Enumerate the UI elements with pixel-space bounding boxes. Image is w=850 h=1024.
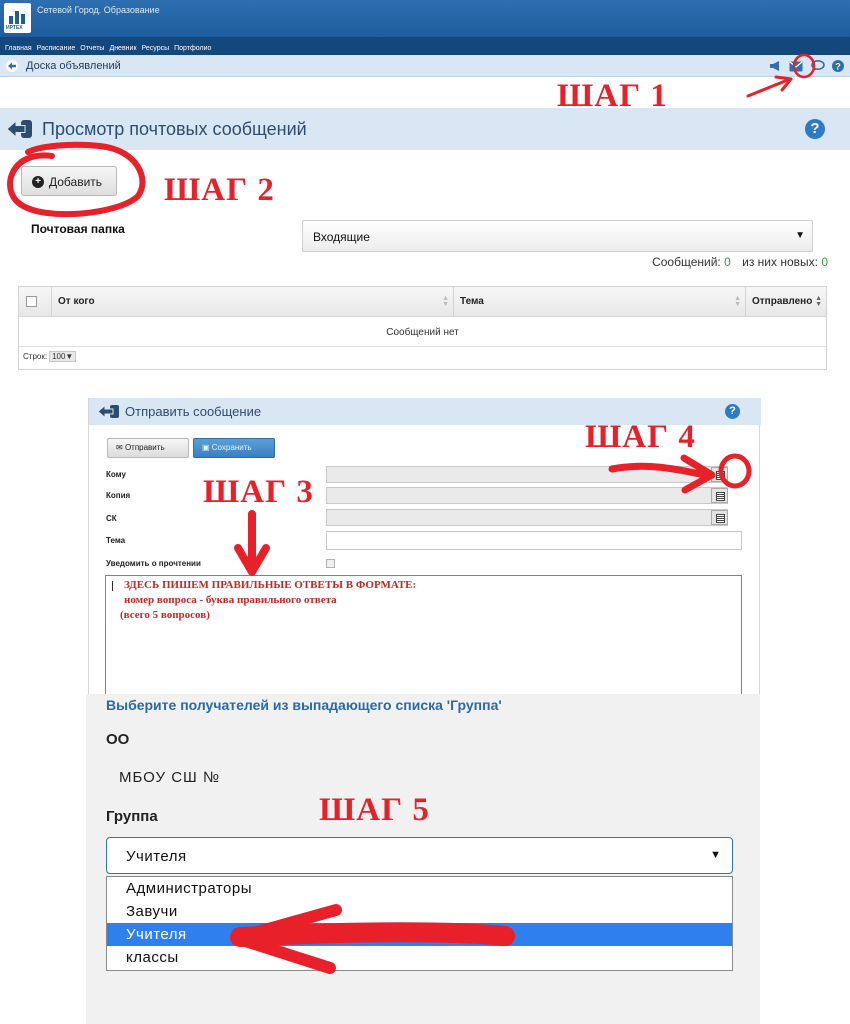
- megaphone-icon[interactable]: [769, 59, 782, 77]
- option-head-teachers[interactable]: Завучи: [107, 900, 732, 923]
- save-button-label: Сохранить: [211, 443, 252, 452]
- table-header: От кого ▲ ▼ Тема ▲ ▼ Отправлено ▲ ▼: [19, 287, 826, 317]
- svg-text:?: ?: [835, 62, 841, 72]
- subject-input[interactable]: [326, 531, 742, 550]
- app-header: ИРТЕХ Сетевой Город. Образование: [0, 0, 850, 37]
- to-label: Кому: [106, 470, 126, 479]
- message-counts: Сообщений: 0 из них новых: 0: [652, 255, 828, 269]
- messages-count: 0: [724, 255, 731, 269]
- help-icon[interactable]: ?: [725, 404, 740, 419]
- step-1-arrow: [746, 77, 792, 98]
- folder-value: Входящие: [313, 230, 370, 244]
- breadcrumb[interactable]: Доска объявлений: [26, 60, 121, 72]
- address-book-icon[interactable]: [711, 488, 728, 503]
- step-5-annotation: ШАГ 5: [319, 792, 430, 828]
- messages-table: От кого ▲ ▼ Тема ▲ ▼ Отправлено ▲ ▼ Сообщен…: [18, 286, 827, 370]
- sort-icon: ▲ ▼: [442, 295, 449, 308]
- logo-text: ИРТЕХ: [6, 25, 23, 31]
- folder-select[interactable]: Входящие ▼: [302, 220, 813, 252]
- help-icon[interactable]: ?: [805, 119, 825, 139]
- option-teachers[interactable]: Учителя: [107, 923, 732, 946]
- new-count: 0: [821, 255, 828, 269]
- rows-label: Строк:: [23, 352, 48, 361]
- school-name: МБОУ СШ №: [119, 769, 221, 786]
- rows-per-page: Строк: 100▼: [23, 351, 77, 362]
- new-label: из них новых:: [742, 255, 818, 269]
- option-administrators[interactable]: Администраторы: [107, 877, 732, 900]
- copy-input[interactable]: [326, 487, 728, 504]
- group-options-list: Администраторы Завучи Учителя классы: [106, 876, 733, 971]
- editor-line-3: (всего 5 вопросов): [120, 609, 210, 621]
- recipient-picker: Выберите получателей из выпадающего спис…: [86, 694, 760, 1024]
- back-arrow-icon[interactable]: [6, 60, 18, 72]
- subject-label: Тема: [106, 536, 126, 545]
- copy-label: Копия: [106, 491, 131, 500]
- help-icon[interactable]: ?: [832, 59, 844, 77]
- back-arrow-icon[interactable]: [7, 119, 33, 139]
- column-sent[interactable]: Отправлено ▲ ▼: [745, 287, 826, 317]
- app-title: Сетевой Город. Образование: [37, 5, 160, 15]
- send-button[interactable]: ✉ Отправить: [107, 438, 189, 458]
- irtech-logo[interactable]: ИРТЕХ: [4, 3, 31, 33]
- to-input[interactable]: [326, 466, 728, 483]
- editor-line-1: ЗДЕСЬ ПИШЕМ ПРАВИЛЬНЫЕ ОТВЕТЫ В ФОРМАТЕ:: [124, 579, 417, 591]
- messages-label: Сообщений:: [652, 255, 721, 269]
- add-message-button[interactable]: + Добавить: [21, 166, 117, 196]
- page-title: Просмотр почтовых сообщений: [42, 119, 307, 139]
- address-book-icon[interactable]: [711, 467, 728, 482]
- back-arrow-icon[interactable]: [98, 404, 120, 419]
- floppy-icon: ▣: [202, 443, 212, 452]
- rows-select[interactable]: 100▼: [49, 351, 77, 362]
- group-select[interactable]: Учителя ▼: [106, 837, 733, 874]
- column-subject[interactable]: Тема ▲ ▼: [453, 287, 745, 317]
- rows-value: 100: [52, 352, 66, 361]
- save-button[interactable]: ▣ Сохранить: [193, 438, 275, 458]
- message-editor[interactable]: ЗДЕСЬ ПИШЕМ ПРАВИЛЬНЫЕ ОТВЕТЫ В ФОРМАТЕ:…: [105, 575, 742, 694]
- select-all-checkbox[interactable]: [26, 296, 37, 307]
- folder-label: Почтовая папка: [31, 222, 125, 236]
- column-from[interactable]: От кого ▲ ▼: [51, 287, 453, 317]
- plus-icon: +: [32, 176, 44, 188]
- option-classes[interactable]: классы: [107, 946, 732, 969]
- compose-title: Отправить сообщение: [125, 404, 262, 419]
- sub-toolbar: Доска объявлений ?: [0, 55, 850, 77]
- notify-checkbox[interactable]: [326, 559, 335, 568]
- add-button-label: Добавить: [49, 175, 103, 189]
- notify-label: Уведомить о прочтении: [106, 559, 201, 568]
- screenshot-root: ИРТЕХ Сетевой Город. Образование Главная…: [0, 0, 850, 1024]
- send-button-label: Отправить: [124, 443, 165, 452]
- step-3-annotation: ШАГ 3: [203, 474, 314, 510]
- oo-label: ОО: [106, 731, 130, 748]
- text-cursor: [112, 581, 113, 591]
- step-2-annotation: ШАГ 2: [164, 172, 275, 208]
- empty-table-message: Сообщений нет: [19, 318, 826, 347]
- sort-icon: ▲ ▼: [734, 295, 741, 308]
- address-book-icon[interactable]: [711, 510, 728, 525]
- group-selected-value: Учителя: [126, 848, 187, 865]
- sort-icon: ▲ ▼: [815, 295, 822, 308]
- envelope-icon: ✉: [116, 443, 125, 452]
- group-label: Группа: [106, 808, 158, 825]
- mail-icon[interactable]: [789, 59, 803, 77]
- mailbox-header: Просмотр почтовых сообщений ?: [0, 108, 850, 150]
- caret-down-icon: ▼: [710, 849, 721, 861]
- column-from-label: От кого: [58, 296, 95, 307]
- bcc-label: СК: [106, 514, 117, 523]
- chat-icon[interactable]: [810, 59, 825, 77]
- column-subject-label: Тема: [460, 296, 484, 307]
- picker-heading: Выберите получателей из выпадающего спис…: [106, 697, 502, 713]
- step-4-annotation: ШАГ 4: [585, 419, 696, 455]
- editor-line-2: номер вопроса - буква правильного ответа: [124, 594, 337, 606]
- bcc-input[interactable]: [326, 509, 728, 526]
- caret-down-icon: ▼: [795, 230, 805, 241]
- main-nav: Главная Расписание Отчеты Дневник Ресурсы Пор…: [0, 37, 850, 55]
- column-sent-label: Отправлено: [752, 296, 813, 307]
